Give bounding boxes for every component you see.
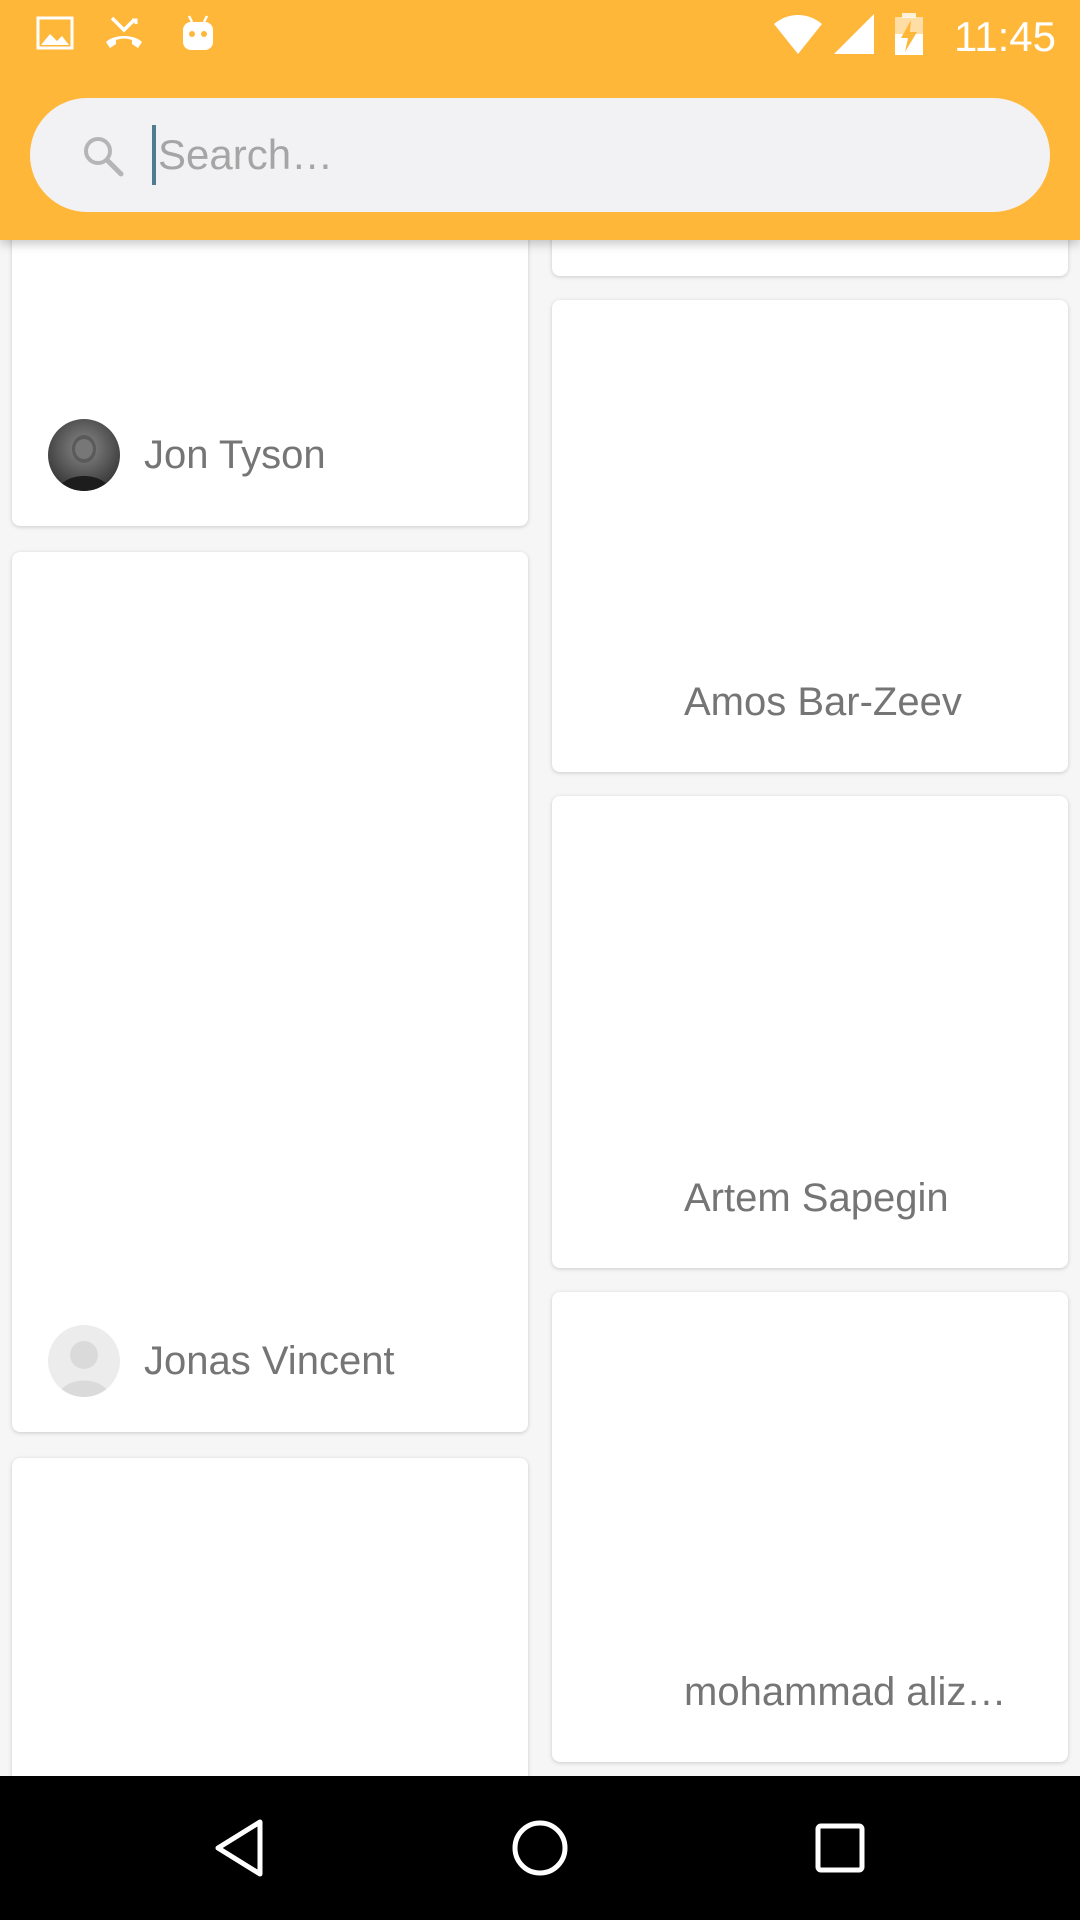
image-icon [34,12,78,56]
recents-icon[interactable] [804,1812,876,1884]
screen: Jon Tyson Jonas Vincent Amos Bar-Zeev Ar… [0,0,1080,1920]
card-name: Artem Sapegin [684,1176,949,1220]
profile-card-jon-tyson[interactable]: Jon Tyson [12,200,528,526]
profile-card[interactable] [12,1458,528,1788]
card-name: Jon Tyson [144,433,326,477]
status-bar: 11:45 [0,0,1080,74]
avatar [48,419,120,491]
signal-icon [832,12,876,56]
home-icon[interactable] [504,1812,576,1884]
card-name: mohammad aliz… [684,1670,1007,1714]
navigation-bar [0,1776,1080,1920]
profile-card-jonas-vincent[interactable]: Jonas Vincent [12,552,528,1432]
search-input[interactable] [158,98,1018,212]
search-icon [80,133,126,179]
battery-charging-icon [892,12,926,56]
back-icon[interactable] [204,1812,276,1884]
status-time: 11:45 [954,13,1056,60]
app-header: 11:45 [0,0,1080,240]
missed-call-icon [102,12,146,56]
search-bar[interactable] [30,98,1050,212]
avatar-placeholder [48,1325,120,1397]
card-name: Amos Bar-Zeev [684,680,962,724]
android-icon [176,12,220,56]
profile-card-mohammad[interactable]: mohammad aliz… [552,1292,1068,1762]
profile-card-artem-sapegin[interactable]: Artem Sapegin [552,796,1068,1268]
card-name: Jonas Vincent [144,1339,395,1383]
wifi-icon [772,12,824,56]
text-cursor [152,125,156,185]
profile-card-amos-bar-zeev[interactable]: Amos Bar-Zeev [552,300,1068,772]
